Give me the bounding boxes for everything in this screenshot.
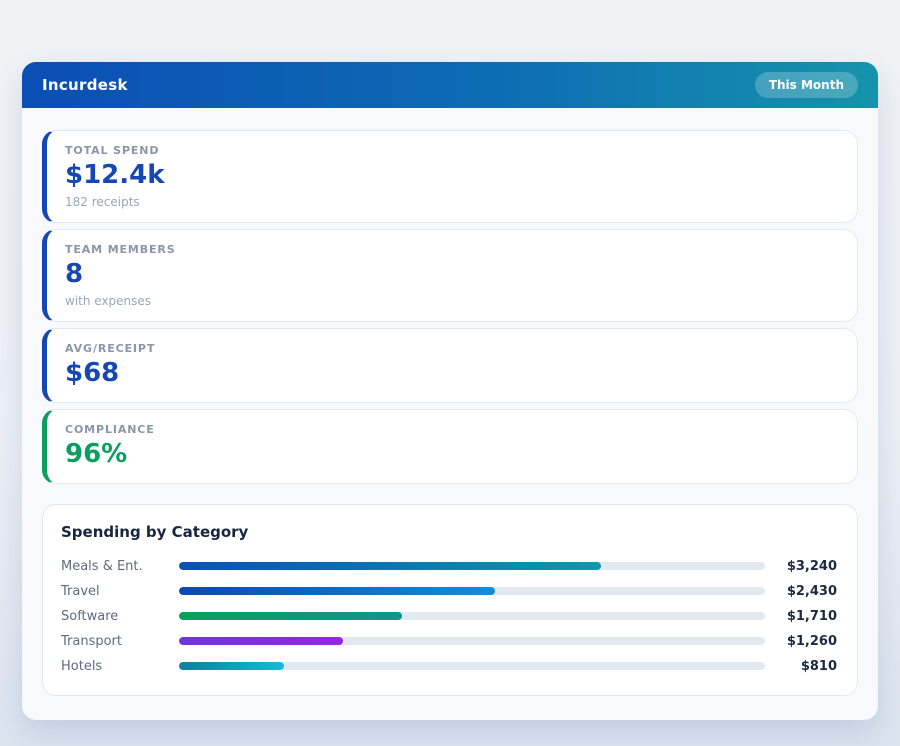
category-value: $2,430 (765, 584, 837, 599)
spending-by-category-card: Spending by Category Meals & Ent. $3,240 T… (42, 504, 858, 696)
stat-label: AVG/RECEIPT (65, 342, 839, 355)
category-row: Meals & Ent. $3,240 (61, 554, 837, 579)
bar-track (179, 637, 765, 645)
stat-label: COMPLIANCE (65, 423, 839, 436)
category-value: $810 (765, 659, 837, 674)
stat-subtext: with expenses (65, 294, 839, 308)
category-row: Software $1,710 (61, 604, 837, 629)
bar-fill (179, 612, 402, 620)
app-header: Incurdesk This Month (22, 62, 878, 108)
bar-track (179, 612, 765, 620)
category-label: Software (61, 609, 179, 624)
stat-value: 8 (65, 260, 839, 290)
category-value: $3,240 (765, 559, 837, 574)
bar-fill (179, 587, 495, 595)
bar-track (179, 587, 765, 595)
stat-card-total-spend: TOTAL SPEND $12.4k 182 receipts (42, 130, 858, 223)
stat-value: 96% (65, 440, 839, 470)
stat-value: $12.4k (65, 161, 839, 191)
category-row: Travel $2,430 (61, 579, 837, 604)
category-bar-list: Meals & Ent. $3,240 Travel $2,430 Software $1… (61, 554, 837, 679)
category-row: Transport $1,260 (61, 629, 837, 654)
stat-subtext: 182 receipts (65, 195, 839, 209)
app-title: Incurdesk (42, 76, 128, 94)
stat-label: TOTAL SPEND (65, 144, 839, 157)
bar-fill (179, 562, 601, 570)
stat-label: TEAM MEMBERS (65, 243, 839, 256)
stat-value: $68 (65, 359, 839, 389)
category-label: Hotels (61, 659, 179, 674)
bar-fill (179, 637, 343, 645)
category-value: $1,260 (765, 634, 837, 649)
bar-track (179, 562, 765, 570)
stat-card-compliance: COMPLIANCE 96% (42, 409, 858, 484)
category-row: Hotels $810 (61, 654, 837, 679)
category-label: Meals & Ent. (61, 559, 179, 574)
category-label: Transport (61, 634, 179, 649)
expense-dashboard: Incurdesk This Month TOTAL SPEND $12.4k … (22, 62, 878, 720)
category-label: Travel (61, 584, 179, 599)
stat-card-team-members: TEAM MEMBERS 8 with expenses (42, 229, 858, 322)
category-value: $1,710 (765, 609, 837, 624)
bar-track (179, 662, 765, 670)
app-body: TOTAL SPEND $12.4k 182 receipts TEAM MEM… (22, 108, 878, 720)
chart-title: Spending by Category (61, 523, 837, 541)
period-badge[interactable]: This Month (755, 72, 858, 98)
bar-fill (179, 662, 284, 670)
stat-card-avg-receipt: AVG/RECEIPT $68 (42, 328, 858, 403)
